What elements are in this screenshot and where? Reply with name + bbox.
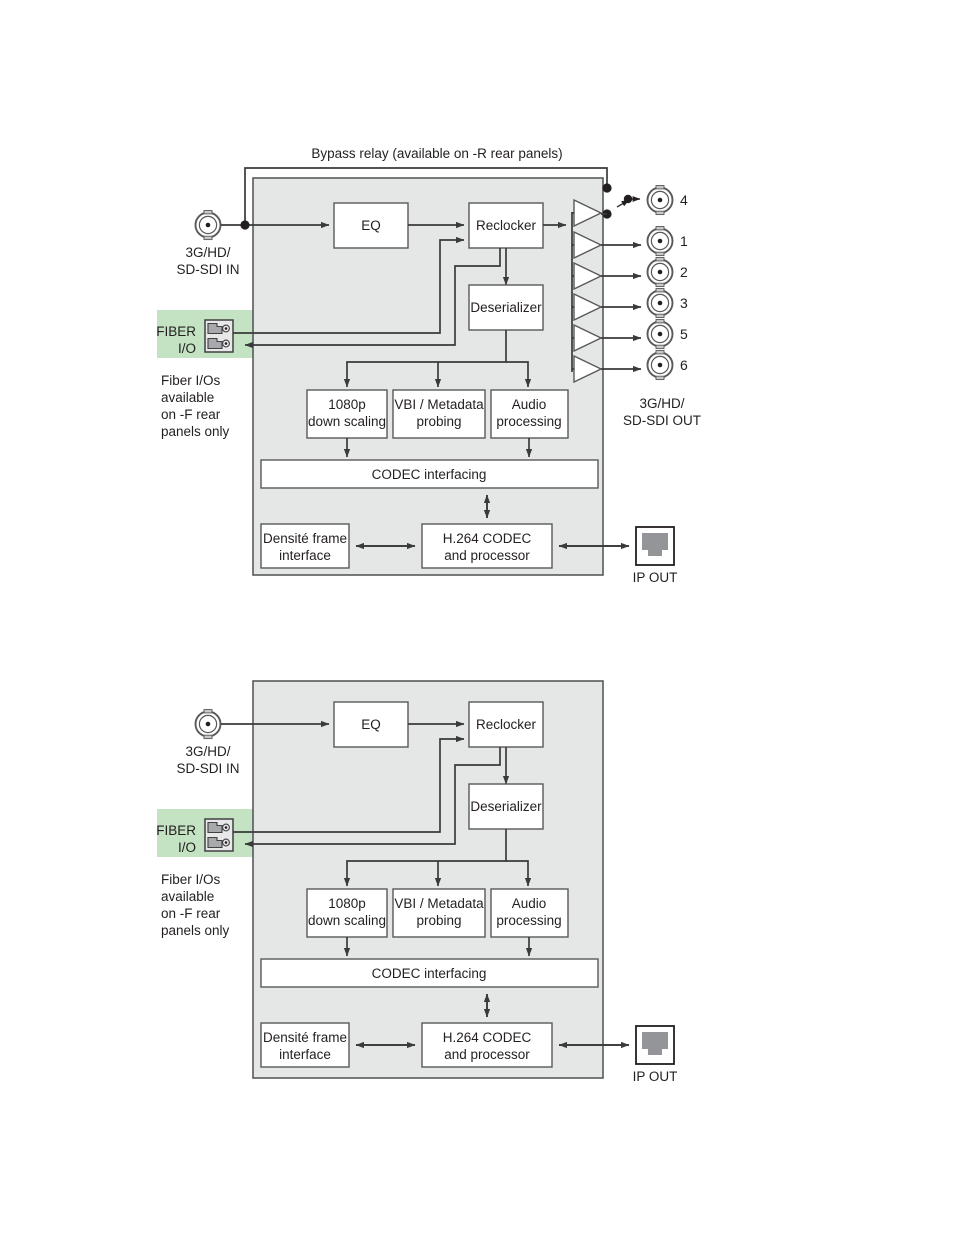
fiber-note2-line-2: on -F rear (161, 906, 221, 921)
bypass-relay-contact (623, 194, 633, 204)
block-densite-label-line1: Densité frame (263, 531, 347, 546)
block-deserializer-label-2: Deserializer (470, 799, 542, 814)
block-audio-label-line1: Audio (512, 397, 547, 412)
fiber-io-connector-1 (204, 319, 234, 353)
block-h264-label-line1: H.264 CODEC (443, 531, 532, 546)
fiber-io-label2-line2: I/O (178, 840, 196, 855)
block-densite-label2-line1: Densité frame (263, 1030, 347, 1045)
sdi-output-number-5: 5 (680, 326, 688, 342)
fiber-note-line-2: on -F rear (161, 407, 221, 422)
block-h264-label2-line2: and processor (444, 1047, 530, 1062)
block-reclocker-label-2: Reclocker (476, 717, 537, 732)
ip-out-connector-1 (635, 526, 675, 566)
block-densite-label-line2: interface (279, 548, 331, 563)
sdi-output-number-1: 1 (680, 233, 688, 249)
block-reclocker-label: Reclocker (476, 218, 537, 233)
fiber-io-label2-line1: FIBER (156, 823, 196, 838)
sdi-input-label-line1: 3G/HD/ (185, 245, 230, 260)
diagram-canvas: Bypass relay (available on -R rear panel… (0, 0, 954, 1235)
block-deserializer-label: Deserializer (470, 300, 542, 315)
sdi-input-label2-line1: 3G/HD/ (185, 744, 230, 759)
sdi-output-label-line2: SD-SDI OUT (623, 413, 701, 428)
ip-out-label-2: IP OUT (633, 1069, 678, 1084)
ip-out-label: IP OUT (633, 570, 678, 585)
block-eq-label: EQ (361, 218, 381, 233)
device-panel-2 (252, 680, 604, 1079)
fiber-io-connector-2 (204, 818, 234, 852)
block-h264-label-line2: and processor (444, 548, 530, 563)
fiber-note-line-3: panels only (161, 424, 230, 439)
block-downscaling-label2-line2: down scaling (308, 913, 386, 928)
block-downscaling-label2-line1: 1080p (328, 896, 366, 911)
block-vbi-label2-line2: probing (416, 913, 461, 928)
device-panel-1 (252, 177, 604, 576)
sdi-output-number-4: 4 (680, 192, 688, 208)
ip-out-connector-2 (635, 1025, 675, 1065)
sdi-output-number-6: 6 (680, 357, 688, 373)
sdi-output-number-2: 2 (680, 264, 688, 280)
block-eq-label-2: EQ (361, 717, 381, 732)
bypass-relay-node-top (602, 183, 612, 193)
bypass-relay-title: Bypass relay (available on -R rear panel… (311, 146, 562, 161)
fiber-io-label-line1: FIBER (156, 324, 196, 339)
block-diagram-page: Bypass relay (available on -R rear panel… (0, 0, 954, 1235)
fiber-note2-line-1: available (161, 889, 214, 904)
sdi-input-label-line2: SD-SDI IN (176, 262, 239, 277)
fiber-note-line-0: Fiber I/Os (161, 373, 221, 388)
sdi-output-number-3: 3 (680, 295, 688, 311)
fiber-note2-line-0: Fiber I/Os (161, 872, 221, 887)
block-h264-label2-line1: H.264 CODEC (443, 1030, 532, 1045)
fiber-note-line-1: available (161, 390, 214, 405)
sdi-output-label-line1: 3G/HD/ (639, 396, 684, 411)
block-audio-label2-line2: processing (496, 913, 561, 928)
sdi-input-label2-line2: SD-SDI IN (176, 761, 239, 776)
block-vbi-label-line2: probing (416, 414, 461, 429)
block-densite-label2-line2: interface (279, 1047, 331, 1062)
fiber-io-label-line2: I/O (178, 341, 196, 356)
block-codec-interfacing-label-2: CODEC interfacing (372, 966, 487, 981)
input-junction-node (240, 220, 250, 230)
block-downscaling-label-line2: down scaling (308, 414, 386, 429)
block-downscaling-label-line1: 1080p (328, 397, 366, 412)
block-vbi-label2-line1: VBI / Metadata (394, 896, 484, 911)
block-audio-label2-line1: Audio (512, 896, 547, 911)
fiber-note2-line-3: panels only (161, 923, 230, 938)
block-vbi-label-line1: VBI / Metadata (394, 397, 484, 412)
block-codec-interfacing-label: CODEC interfacing (372, 467, 487, 482)
block-audio-label-line2: processing (496, 414, 561, 429)
